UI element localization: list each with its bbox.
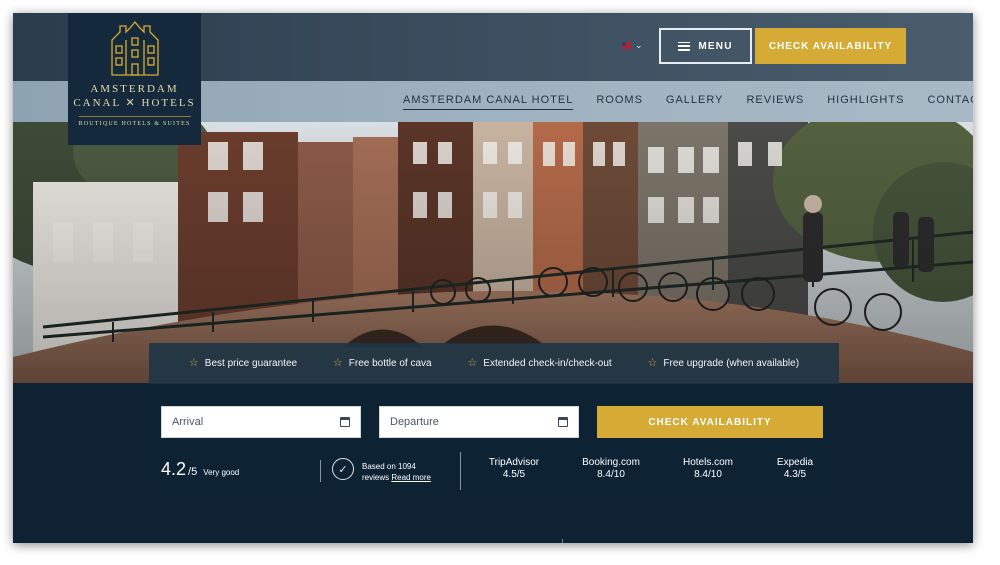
perk-label: Free bottle of cava — [348, 358, 432, 369]
perk-item: ☆ Free upgrade (when available) — [647, 357, 800, 370]
perk-label: Extended check-in/check-out — [483, 358, 612, 369]
review-site-hotels[interactable]: Hotels.com 8.4/10 — [663, 457, 753, 481]
brand-logo[interactable]: AMSTERDAM CANAL ✕ HOTELS BOUTIQUE HOTELS… — [68, 13, 201, 145]
perk-item: ☆ Extended check-in/check-out — [467, 357, 612, 370]
perk-label: Free upgrade (when available) — [663, 358, 800, 369]
brand-tagline: BOUTIQUE HOTELS & SUITES — [78, 121, 191, 127]
review-site-name: Booking.com — [582, 457, 640, 468]
perk-item: ☆ Best price guarantee — [188, 357, 298, 370]
departure-placeholder: Departure — [390, 416, 439, 428]
review-site-score: 4.5/5 — [502, 469, 526, 480]
star-icon: ☆ — [647, 357, 658, 369]
scroll-indicator — [562, 539, 563, 543]
divider — [320, 460, 321, 482]
star-icon: ☆ — [467, 357, 478, 369]
rating-verdict: Very good — [203, 468, 240, 477]
nav-item-contact[interactable]: CONTACT — [927, 94, 973, 109]
language-selector[interactable]: ⌄ — [622, 39, 648, 51]
review-site-score: 4.3/5 — [783, 469, 807, 480]
check-availability-header-button[interactable]: CHECK AVAILABILITY — [755, 28, 906, 64]
menu-button[interactable]: MENU — [659, 28, 752, 64]
review-site-score: 8.4/10 — [694, 469, 722, 480]
uk-flag-icon — [622, 41, 631, 49]
review-site-booking[interactable]: Booking.com 8.4/10 — [566, 457, 656, 481]
reviews-summary: Based on 1094 reviews Read more — [362, 461, 431, 483]
arrival-placeholder: Arrival — [172, 416, 204, 428]
star-icon: ☆ — [188, 357, 199, 369]
departure-date-field[interactable]: Departure — [379, 406, 579, 438]
perk-item: ☆ Free bottle of cava — [332, 357, 432, 370]
chevron-down-icon: ⌄ — [635, 39, 643, 50]
hamburger-icon — [678, 41, 691, 51]
nav-item-rooms[interactable]: ROOMS — [596, 94, 643, 109]
perk-label: Best price guarantee — [204, 358, 298, 369]
review-site-expedia[interactable]: Expedia 4.3/5 — [750, 457, 840, 481]
rating-score: 4.2 — [161, 459, 187, 479]
perks-bar: ☆ Best price guarantee ☆ Free bottle of … — [149, 343, 839, 384]
divider — [460, 452, 461, 490]
nav-item-highlights[interactable]: HIGHLIGHTS — [827, 94, 904, 109]
checkmark-icon: ✓ — [332, 458, 354, 480]
menu-button-label: MENU — [698, 40, 733, 52]
review-site-name: Hotels.com — [682, 457, 733, 468]
review-site-tripadvisor[interactable]: TripAdvisor 4.5/5 — [469, 457, 559, 481]
star-icon: ☆ — [332, 357, 343, 369]
main-nav: AMSTERDAM CANAL HOTEL ROOMS GALLERY REVI… — [403, 81, 973, 122]
read-more-link[interactable]: Read more — [391, 473, 431, 482]
review-site-score: 8.4/10 — [597, 469, 625, 480]
booking-panel: Arrival Departure CHECK AVAILABILITY 4.2… — [149, 384, 839, 490]
browser-viewport: AMSTERDAM CANAL ✕ HOTELS BOUTIQUE HOTELS… — [13, 13, 973, 543]
brand-line-1: AMSTERDAM — [90, 83, 179, 95]
rating-scale: /5 — [188, 466, 198, 478]
brand-line-2: CANAL ✕ HOTELS — [73, 97, 196, 109]
calendar-icon[interactable] — [340, 417, 350, 427]
brand-divider — [78, 116, 191, 117]
check-availability-button[interactable]: CHECK AVAILABILITY — [597, 406, 823, 438]
arrival-date-field[interactable]: Arrival — [161, 406, 361, 438]
reviews-word: reviews — [362, 473, 390, 482]
review-site-name: Expedia — [776, 457, 814, 468]
calendar-icon[interactable] — [558, 417, 568, 427]
nav-item-gallery[interactable]: GALLERY — [666, 94, 724, 109]
reviews-count: Based on 1094 — [362, 462, 416, 471]
overall-rating: 4.2 /5 Very good — [161, 459, 239, 480]
nav-item-reviews[interactable]: REVIEWS — [746, 94, 804, 109]
nav-item-amsterdam-canal-hotel[interactable]: AMSTERDAM CANAL HOTEL — [403, 94, 574, 110]
canal-house-icon — [110, 20, 159, 76]
review-site-name: TripAdvisor — [488, 457, 540, 468]
